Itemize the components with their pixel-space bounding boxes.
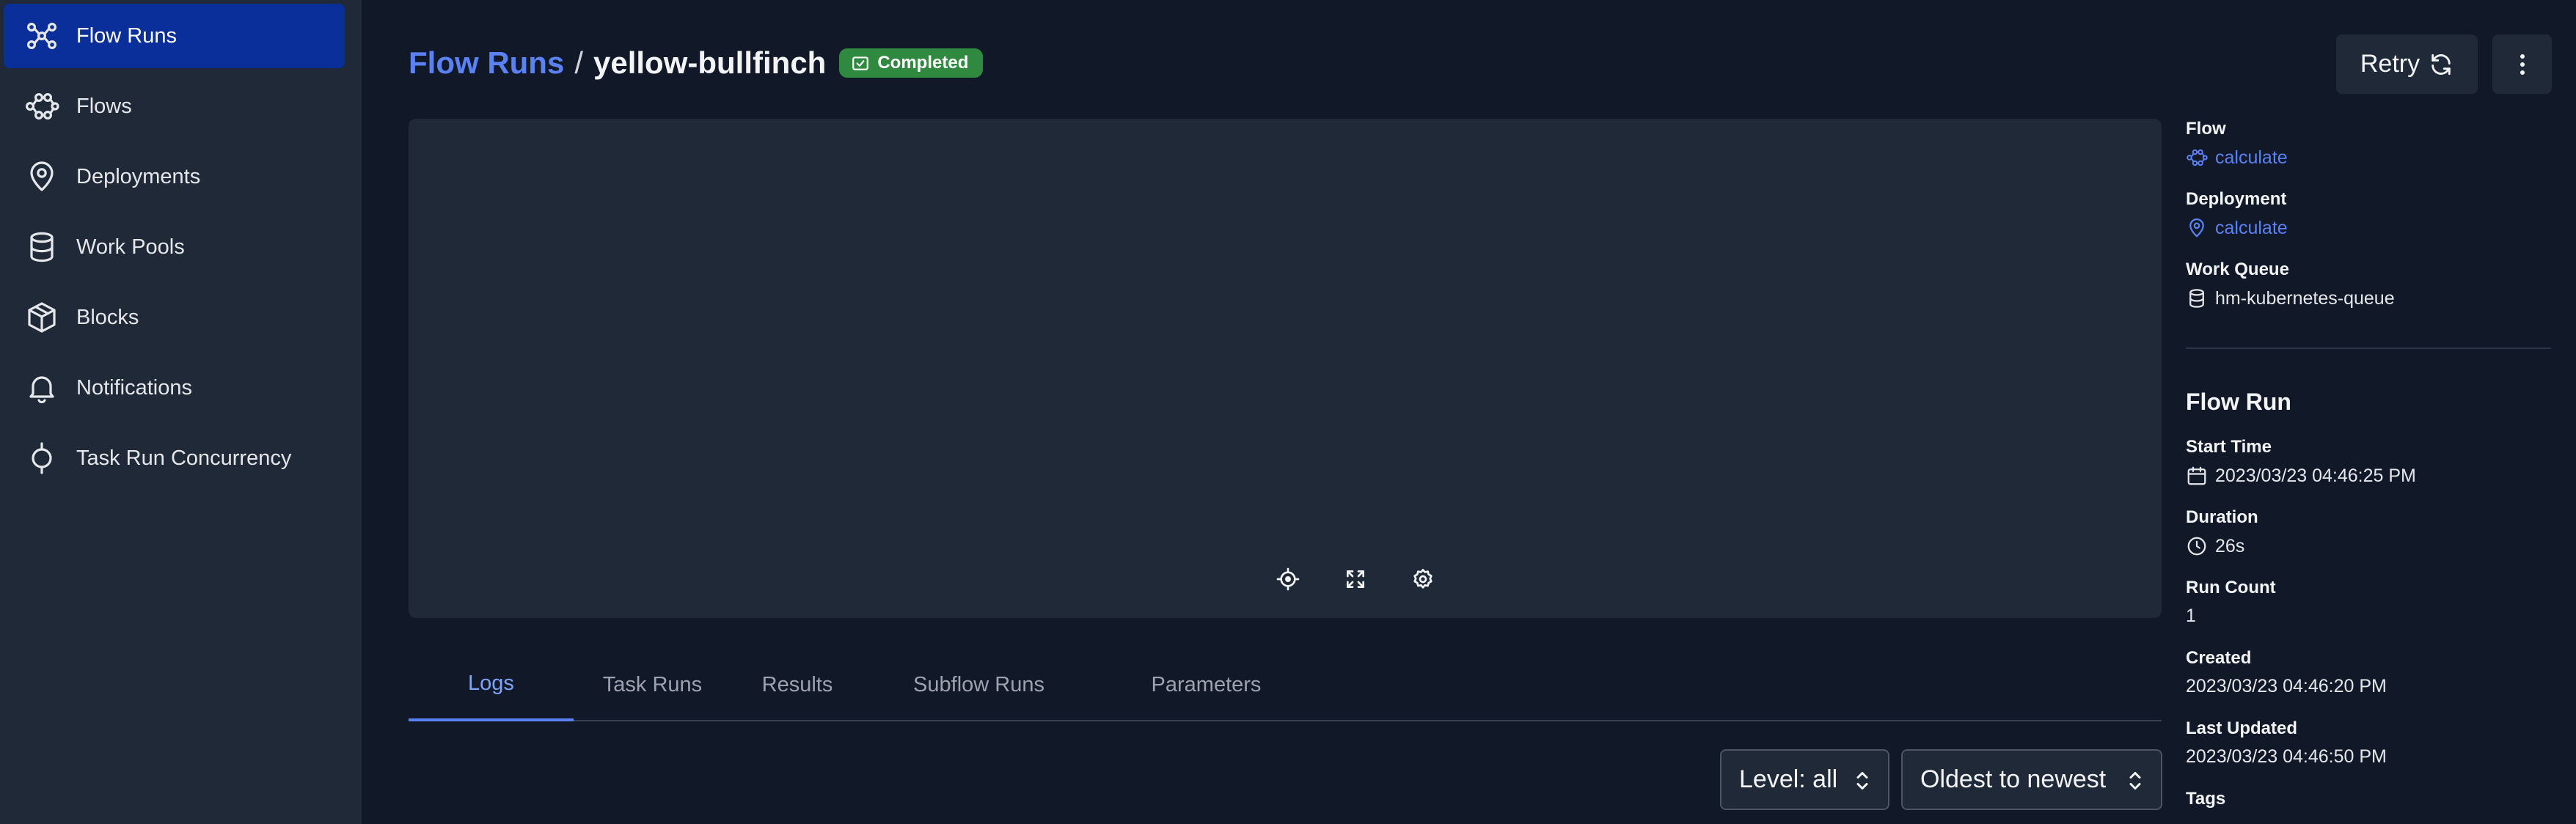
chevron-updown-icon [1856, 772, 1868, 790]
sidebar-item-label: Flows [76, 94, 132, 118]
fullscreen-button[interactable] [1339, 563, 1372, 595]
work-queue-value: hm-kubernetes-queue [2215, 287, 2395, 309]
work-queue-value-row: hm-kubernetes-queue [2186, 287, 2395, 309]
duration-value: 26s [2215, 535, 2245, 556]
sidebar-item-notifications[interactable]: Notifications [4, 356, 345, 420]
sidebar-item-task-run-concurrency[interactable]: Task Run Concurrency [4, 426, 345, 490]
check-calendar-icon [852, 56, 869, 70]
bell-icon [23, 369, 61, 407]
deployment-value: calculate [2215, 217, 2288, 238]
breadcrumb: Flow Runs / yellow-bullfinch Completed [409, 41, 984, 85]
crosshair-icon [1276, 567, 1300, 591]
tab-parameters[interactable]: Parameters [1094, 649, 1318, 721]
flow-run-section-title: Flow Run [2186, 389, 2291, 415]
run-count-value: 1 [2186, 606, 2196, 626]
breadcrumb-separator: / [574, 45, 583, 80]
flow-value: calculate [2215, 147, 2288, 168]
flows-icon [23, 87, 61, 125]
tab-subflow-runs[interactable]: Subflow Runs [863, 649, 1094, 721]
concurrency-icon [23, 439, 61, 477]
clock-icon [2187, 537, 2206, 556]
divider [2186, 347, 2551, 349]
created-label: Created [2186, 648, 2252, 668]
tags-label: Tags [2186, 789, 2226, 809]
retry-button[interactable]: Retry [2336, 34, 2478, 94]
log-order-value: Oldest to newest [1920, 765, 2107, 793]
deployment-label: Deployment [2186, 189, 2287, 209]
flow-label: Flow [2186, 119, 2226, 139]
run-count-label: Run Count [2186, 578, 2276, 597]
sidebar-item-label: Work Pools [76, 235, 185, 259]
flow-link[interactable]: calculate [2186, 147, 2288, 169]
sidebar-item-work-pools[interactable]: Work Pools [4, 215, 345, 279]
status-badge: Completed [839, 48, 984, 78]
refresh-icon [2432, 54, 2451, 75]
cube-icon [23, 298, 61, 336]
flows-icon [2187, 149, 2208, 166]
log-level-select[interactable]: Level: all [1720, 749, 1889, 810]
sidebar-item-deployments[interactable]: Deployments [4, 144, 345, 209]
work-queue-label: Work Queue [2186, 260, 2289, 279]
created-value: 2023/03/23 04:46:20 PM [2186, 676, 2387, 696]
sidebar-item-label: Notifications [76, 375, 192, 400]
tab-results[interactable]: Results [731, 649, 863, 721]
more-vertical-icon [2520, 54, 2525, 75]
last-updated-value: 2023/03/23 04:46:50 PM [2186, 746, 2387, 767]
flow-runs-icon [23, 17, 61, 55]
expand-icon [1347, 570, 1364, 588]
start-time-row: 2023/03/23 04:46:25 PM [2186, 465, 2416, 487]
retry-button-label: Retry [2360, 50, 2421, 78]
breadcrumb-flow-runs-link[interactable]: Flow Runs [409, 45, 564, 81]
database-icon [23, 228, 61, 266]
duration-row: 26s [2186, 535, 2244, 557]
sidebar-item-blocks[interactable]: Blocks [4, 285, 345, 350]
gear-icon [1413, 569, 1432, 589]
map-pin-icon [23, 158, 61, 196]
last-updated-label: Last Updated [2186, 718, 2298, 738]
tab-bar: Logs Task Runs Results Subflow Runs Para… [409, 649, 2162, 721]
deployment-link[interactable]: calculate [2186, 217, 2288, 239]
more-options-button[interactable] [2492, 34, 2552, 94]
database-icon [2189, 289, 2204, 308]
flow-run-graph[interactable] [409, 119, 2162, 618]
status-badge-label: Completed [877, 53, 969, 73]
tab-task-runs[interactable]: Task Runs [574, 649, 731, 721]
sidebar-item-flow-runs[interactable]: Flow Runs [4, 4, 345, 68]
sidebar-item-label: Blocks [76, 305, 139, 329]
sidebar-item-label: Task Run Concurrency [76, 446, 292, 470]
sidebar: Flow Runs Flows Deployments Work Pools B… [0, 0, 362, 824]
sidebar-item-label: Flow Runs [76, 23, 177, 48]
duration-label: Duration [2186, 507, 2258, 527]
calendar-icon [2187, 466, 2206, 485]
recenter-button[interactable] [1272, 563, 1304, 595]
chevron-updown-icon [2129, 772, 2141, 790]
tab-logs[interactable]: Logs [409, 649, 574, 721]
sidebar-item-flows[interactable]: Flows [4, 74, 345, 139]
graph-settings-button[interactable] [1407, 563, 1439, 595]
sidebar-item-label: Deployments [76, 164, 201, 188]
start-time-value: 2023/03/23 04:46:25 PM [2215, 465, 2416, 486]
page-title: yellow-bullfinch [593, 45, 827, 80]
start-time-label: Start Time [2186, 437, 2272, 457]
map-pin-icon [2189, 218, 2204, 238]
log-order-select[interactable]: Oldest to newest [1901, 749, 2162, 810]
log-level-value: Level: all [1739, 765, 1838, 793]
